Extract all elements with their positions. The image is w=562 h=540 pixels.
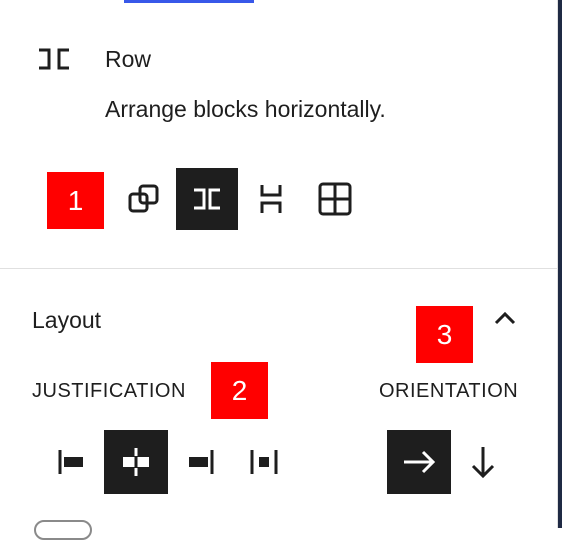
layout-panel-title[interactable]: Layout [32, 305, 101, 335]
justification-label: JUSTIFICATION [32, 380, 186, 402]
annotation-badge-3: 3 [416, 306, 473, 363]
row-icon [36, 44, 72, 74]
editor-canvas-edge [558, 0, 562, 528]
chevron-up-icon[interactable] [490, 304, 520, 334]
justify-right-button[interactable] [168, 430, 232, 494]
arrow-right-icon [404, 450, 436, 474]
variation-stack-button[interactable] [240, 168, 302, 230]
variation-row-button[interactable] [176, 168, 238, 230]
orientation-label: ORIENTATION [379, 380, 519, 402]
variation-grid-button[interactable] [304, 168, 366, 230]
grid-icon [318, 182, 352, 216]
justify-left-button[interactable] [40, 430, 104, 494]
orientation-vertical-button[interactable] [451, 430, 515, 494]
orientation-horizontal-button[interactable] [387, 430, 451, 494]
block-description: Arrange blocks horizontally. [105, 96, 386, 122]
stack-icon [260, 185, 282, 213]
justify-left-icon [58, 450, 83, 474]
justify-center-icon [123, 448, 149, 476]
block-title: Row [105, 46, 152, 72]
annotation-badge-2: 2 [211, 362, 268, 419]
arrow-down-icon [471, 447, 495, 479]
justify-center-button[interactable] [104, 430, 168, 494]
variation-group-button[interactable] [113, 168, 175, 230]
annotation-badge-1: 1 [47, 172, 104, 229]
justify-space-between-button[interactable] [232, 430, 296, 494]
row-icon [194, 188, 220, 210]
toggle-switch[interactable] [34, 520, 92, 540]
justify-right-icon [189, 450, 214, 474]
group-icon [128, 184, 159, 213]
justify-space-between-icon [250, 450, 278, 474]
section-divider [0, 268, 557, 269]
active-tab-indicator [124, 0, 254, 3]
